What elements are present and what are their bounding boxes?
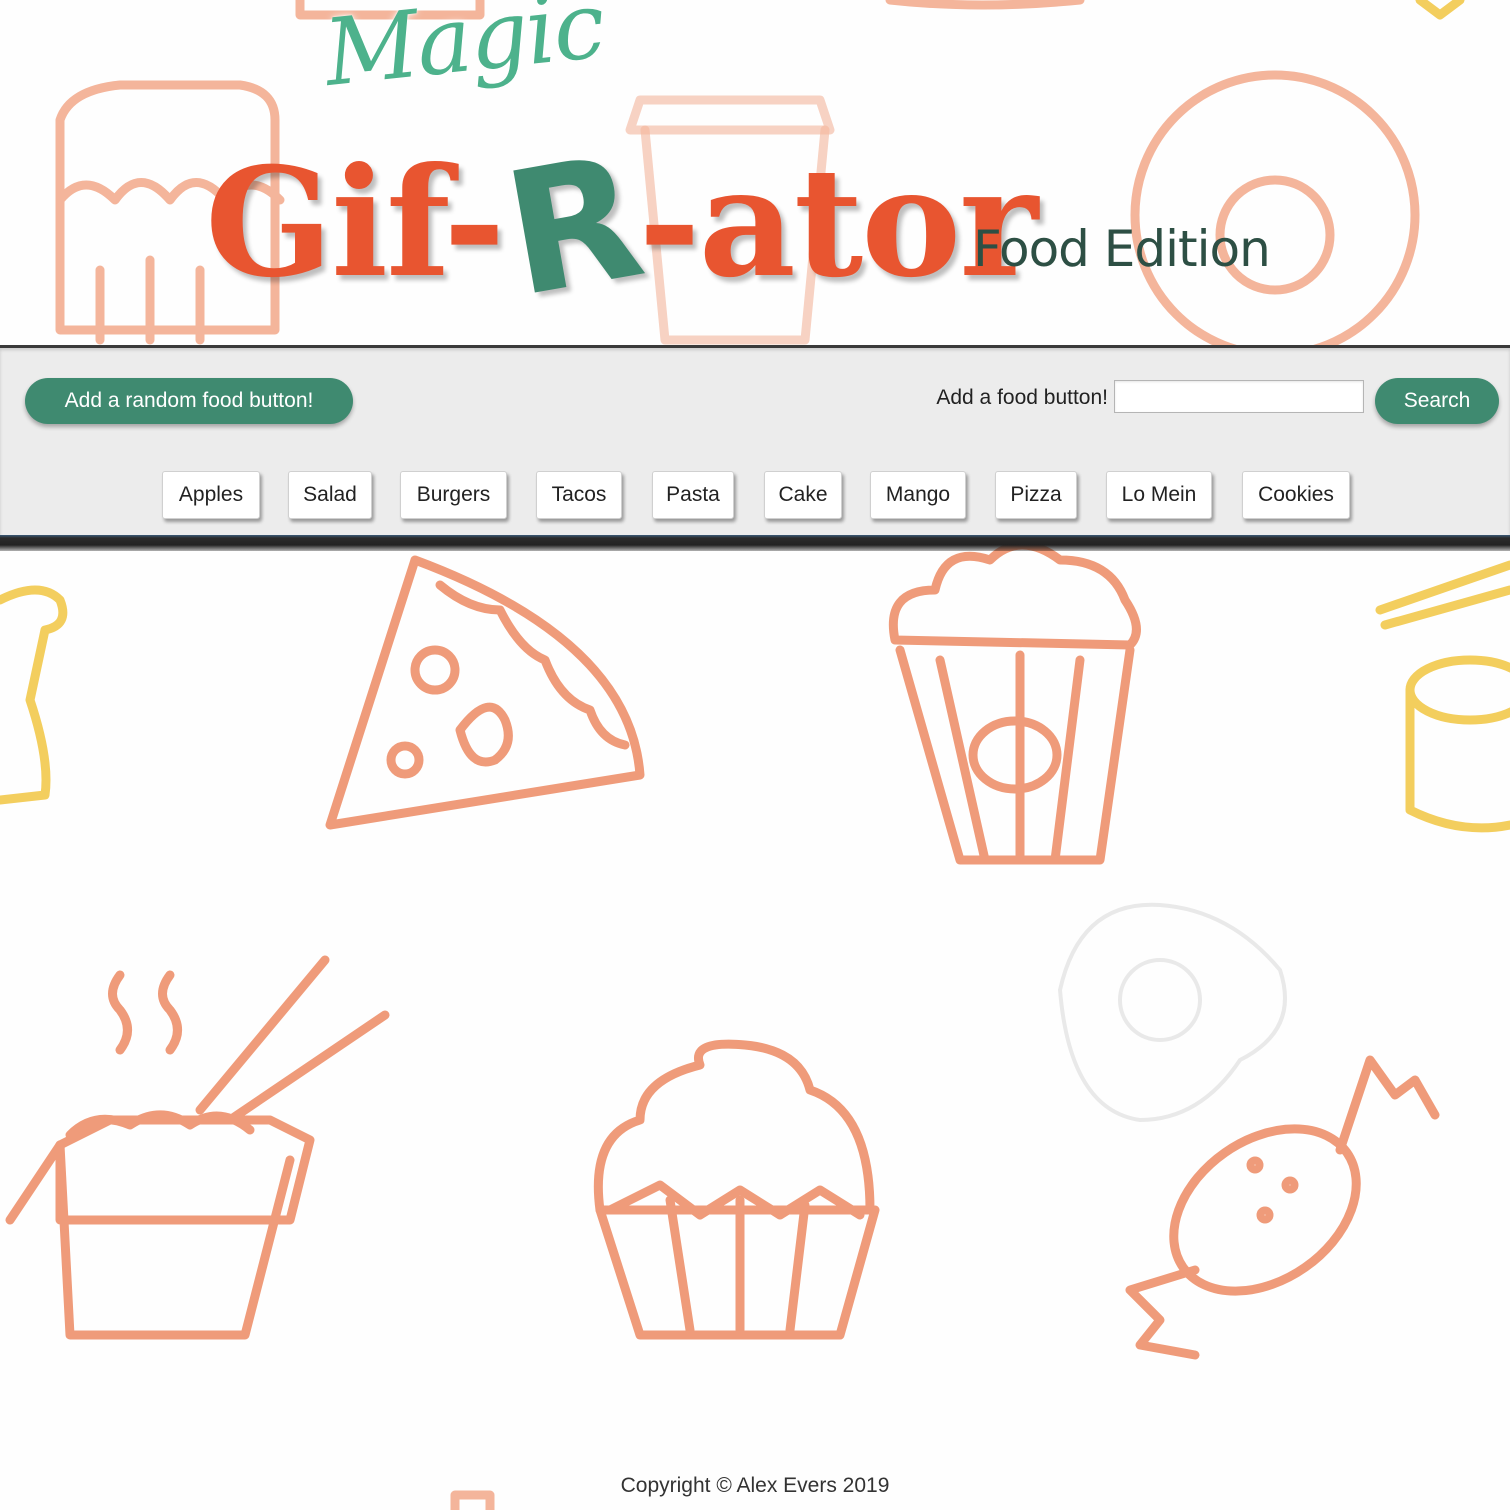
food-button-pizza[interactable]: Pizza (995, 471, 1077, 519)
add-random-food-button[interactable]: Add a random food button! (25, 378, 353, 424)
logo: Gif- R -ator (205, 118, 1038, 336)
logo-gif-text: Gif- (205, 135, 506, 311)
food-input[interactable] (1114, 380, 1364, 413)
noodle-box-icon (5, 955, 390, 1340)
popcorn-icon (888, 540, 1141, 865)
search-button[interactable]: Search (1375, 378, 1499, 424)
food-button-burgers[interactable]: Burgers (400, 471, 507, 519)
food-button-apples[interactable]: Apples (162, 471, 260, 519)
food-button-pasta[interactable]: Pasta (652, 471, 734, 519)
egg-icon (1057, 902, 1287, 1123)
add-food-label: Add a food button! (936, 386, 1108, 409)
sushi-icon (1405, 655, 1510, 725)
food-button-tacos[interactable]: Tacos (536, 471, 622, 519)
food-button-cake[interactable]: Cake (764, 471, 842, 519)
site-header: Magic Gif- R -ator Food Edition (0, 0, 1510, 345)
food-button-salad[interactable]: Salad (288, 471, 372, 519)
logo-r-letter: R (491, 117, 656, 336)
control-panel: Add a random food button! Add a food but… (0, 345, 1510, 538)
drumstick-icon (0, 585, 68, 805)
edition-subtitle: Food Edition (973, 220, 1271, 278)
control-panel-shadow (0, 535, 1510, 551)
logo-magic-text: Magic (319, 0, 609, 107)
food-button-cookies[interactable]: Cookies (1242, 471, 1350, 519)
candy-icon (1125, 1055, 1440, 1360)
footer-copyright: Copyright © Alex Evers 2019 (620, 1474, 890, 1497)
page: Magic Gif- R -ator Food Edition Add a ra… (0, 0, 1510, 1510)
food-button-mango[interactable]: Mango (870, 471, 966, 519)
food-button-lo-mein[interactable]: Lo Mein (1106, 471, 1212, 519)
cupcake-icon (593, 1039, 880, 1340)
food-button-list: Apples Salad Burgers Tacos Pasta Cake Ma… (0, 471, 1510, 521)
pizza-slice-icon (325, 555, 645, 830)
chopsticks-icon (1375, 560, 1510, 630)
